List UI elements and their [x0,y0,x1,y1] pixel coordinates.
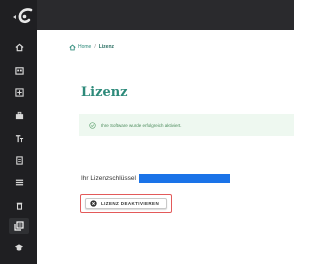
home-icon[interactable] [69,43,76,51]
success-alert: Ihre Software wurde erfolgreich aktivier… [79,114,294,136]
sidebar-item-graduation[interactable] [9,239,29,255]
breadcrumb-current: Lizenz [98,44,115,50]
check-circle-icon [89,121,96,129]
sidebar-item-calendar[interactable] [9,62,29,78]
sidebar-item-text[interactable] [9,130,29,146]
main-content: Home / Lizenz Lizenz Ihre Software wurde… [37,30,294,264]
grid-icon [14,87,24,97]
sidebar-item-briefcase[interactable] [9,107,29,123]
license-key-row: Ihr Lizenzschlüssel [81,173,230,183]
list-icon [15,179,23,185]
calendar-icon [14,66,24,75]
graduation-icon [14,243,24,250]
document-icon [15,155,23,165]
license-key-value-redacted [138,173,230,183]
sidebar [0,0,37,264]
sidebar-item-trash[interactable] [9,197,29,213]
deactivate-license-button[interactable]: LIZENZ DEAKTIVIEREN [85,198,167,209]
license-icon [14,221,24,231]
breadcrumb-home-link[interactable]: Home [78,44,91,50]
sidebar-item-home[interactable] [9,39,29,55]
license-key-label: Ihr Lizenzschlüssel [81,174,136,182]
breadcrumb: Home / Lizenz [69,42,114,52]
sidebar-item-list[interactable] [9,174,29,190]
home-icon [15,43,23,51]
success-alert-text: Ihre Software wurde erfolgreich aktivier… [101,122,182,128]
top-bar [37,0,294,30]
app-window: Home / Lizenz Lizenz Ihre Software wurde… [0,0,294,264]
briefcase-icon [15,111,23,119]
sidebar-item-license[interactable] [9,218,29,234]
page-title: Lizenz [81,85,128,100]
sidebar-item-grid[interactable] [9,84,29,100]
deactivate-highlight: LIZENZ DEAKTIVIEREN [80,194,172,213]
sidebar-item-document[interactable] [9,152,29,168]
app-logo-icon[interactable] [12,6,36,28]
trash-icon [16,202,22,210]
breadcrumb-separator: / [94,44,96,50]
text-icon [15,134,23,142]
deactivate-license-label: LIZENZ DEAKTIVIEREN [101,201,160,206]
close-circle-icon [90,200,97,207]
